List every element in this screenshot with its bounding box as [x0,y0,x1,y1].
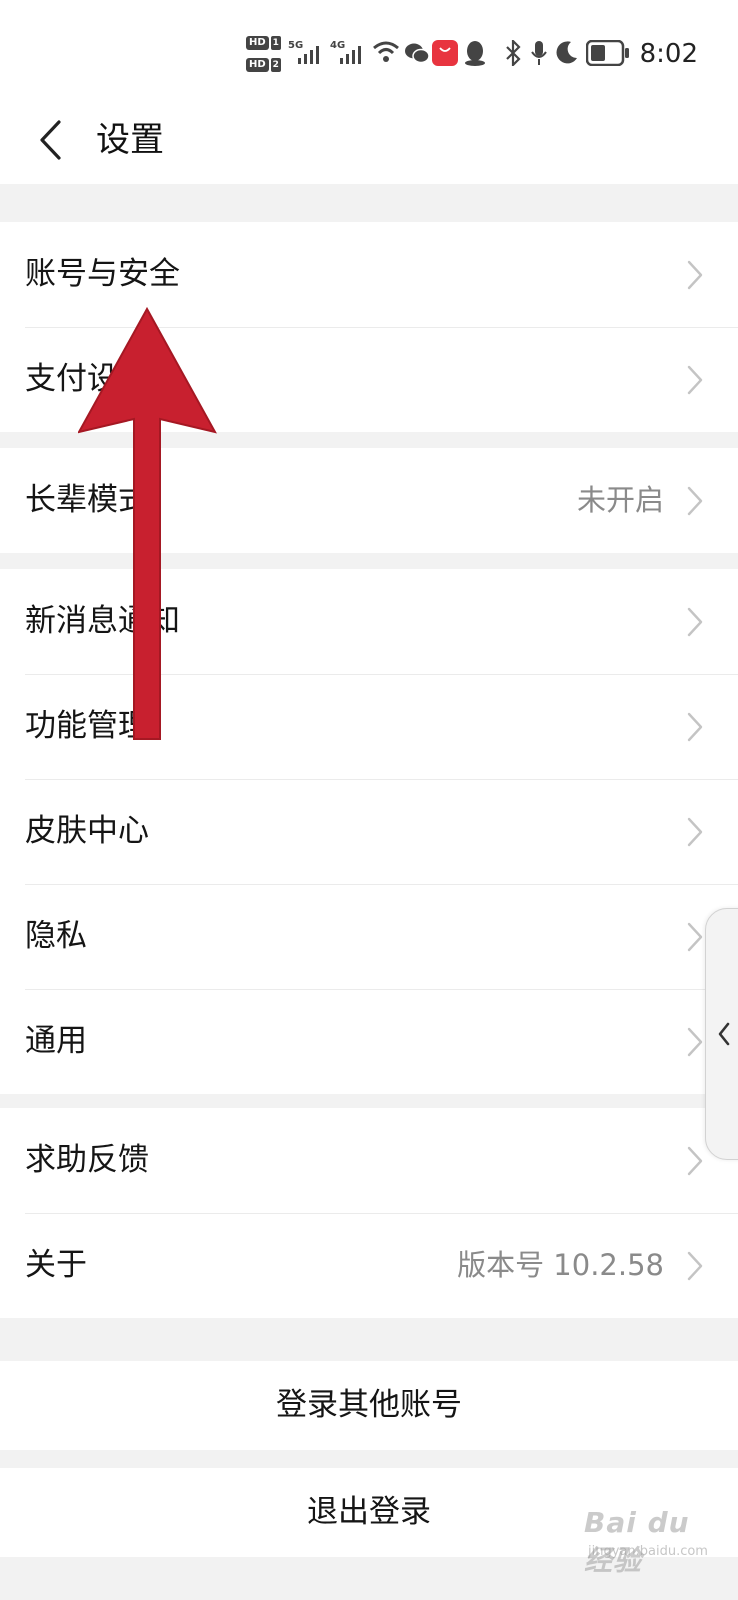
hd-label: HD [246,36,269,50]
settings-group-account: 账号与安全 支付设置 [0,222,738,432]
row-label: 隐私 [25,918,87,954]
row-payment-settings[interactable]: 支付设置 [0,327,738,432]
row-label: 新消息通知 [25,603,180,639]
row-label: 账号与安全 [25,256,180,292]
logout-button[interactable]: 退出登录 [0,1468,738,1557]
row-about[interactable]: 关于 版本号 10.2.58 [0,1213,738,1318]
chevron-right-icon [687,365,703,395]
chevron-right-icon [687,1027,703,1057]
settings-group-help: 求助反馈 关于 版本号 10.2.58 [0,1108,738,1318]
signal-icon-2 [340,46,361,64]
row-label: 求助反馈 [25,1142,149,1178]
settings-group-general: 新消息通知 功能管理 皮肤中心 隐私 通用 [0,569,738,1094]
clock-time: 8:02 [639,39,698,69]
signal-icon [298,46,319,64]
row-value: 版本号 10.2.58 [457,1248,664,1282]
row-value: 未开启 [576,483,664,517]
row-label: 长辈模式 [25,482,149,518]
hd-sim1-indicator: HD 1 [246,36,282,50]
wifi-icon [373,41,399,62]
chevron-right-icon [687,817,703,847]
chevron-right-icon [687,486,703,516]
row-label: 通用 [25,1023,87,1059]
row-help-feedback[interactable]: 求助反馈 [0,1108,738,1213]
row-privacy[interactable]: 隐私 [0,884,738,989]
row-feature-management[interactable]: 功能管理 [0,674,738,779]
chevron-left-icon [718,1022,730,1046]
wechat-icon [405,43,430,64]
switch-account-button[interactable]: 登录其他账号 [0,1361,738,1450]
chevron-right-icon [687,607,703,637]
header-bar: 设置 [0,96,738,184]
chevron-right-icon [687,1251,703,1281]
chevron-right-icon [687,922,703,952]
row-account-security[interactable]: 账号与安全 [0,222,738,327]
row-label: 关于 [25,1247,87,1283]
qq-icon [465,41,485,66]
sim1-label: 1 [270,36,281,50]
bluetooth-icon [506,40,521,66]
row-skin-center[interactable]: 皮肤中心 [0,779,738,884]
row-label: 功能管理 [25,708,149,744]
row-notifications[interactable]: 新消息通知 [0,569,738,674]
switch-account-label: 登录其他账号 [276,1387,462,1423]
microphone-icon [531,41,547,65]
chevron-left-icon [40,120,61,160]
row-general[interactable]: 通用 [0,989,738,1094]
huawei-store-icon [432,40,458,66]
hd-label-2: HD [246,58,269,72]
status-bar: HD 1 HD 2 5G 4G 8:02 [0,0,738,96]
chevron-right-icon [687,1146,703,1176]
chevron-right-icon [687,712,703,742]
row-elder-mode[interactable]: 长辈模式 未开启 [0,448,738,553]
back-button[interactable] [30,114,70,166]
chevron-right-icon [687,260,703,290]
sim2-label: 2 [270,58,281,72]
hd-sim2-indicator: HD 2 [246,58,282,72]
row-label: 支付设置 [25,361,149,397]
page-title: 设置 [96,120,164,160]
battery-icon [586,40,629,66]
side-drawer-handle[interactable] [705,908,738,1160]
row-label: 皮肤中心 [25,813,149,849]
logout-label: 退出登录 [307,1494,431,1530]
moon-icon [556,41,577,64]
settings-group-elder: 长辈模式 未开启 [0,448,738,553]
